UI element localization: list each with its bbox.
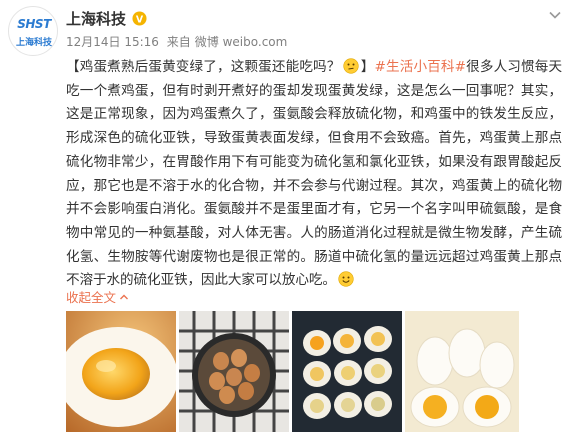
post-source-label: 来自 xyxy=(166,35,191,49)
post-photo-egg-yolk[interactable] xyxy=(66,311,176,432)
post-photo-boiling-stages[interactable] xyxy=(292,311,402,432)
hashtag-link[interactable]: #生活小百科# xyxy=(374,59,466,75)
boiling-stages-image xyxy=(292,311,402,432)
smile-emoji-icon xyxy=(338,271,354,287)
collapse-arrow-icon xyxy=(120,294,129,299)
post-text-segment: 很多人习惯每天吃一个煮鸡蛋，但有时剥开煮好的蛋却发现蛋黄发绿，这是怎么一回事呢？… xyxy=(66,59,562,289)
eggs-in-pot-image xyxy=(179,311,289,432)
post-meta: 12月14日 15:16 来自 微博 weibo.com xyxy=(66,33,291,50)
avatar-logo-subtext: 上海科技 xyxy=(15,38,52,48)
account-name-row: 上海科技 V xyxy=(66,8,147,28)
account-avatar[interactable]: SHST 上海科技 xyxy=(8,6,58,56)
post-body: 【鸡蛋煮熟后蛋黄变绿了，这颗蛋还能吃吗？ 】#生活小百科#很多人习惯每天吃一个煮鸡… xyxy=(66,56,562,293)
post-text-segment: 】 xyxy=(360,59,375,75)
post-photo-peeled-eggs[interactable] xyxy=(405,311,519,432)
collapse-text-link[interactable]: 收起全文 xyxy=(66,287,129,306)
collapse-label: 收起全文 xyxy=(66,290,117,305)
post-source[interactable]: 微博 weibo.com xyxy=(195,35,288,49)
avatar-logo-text: SHST xyxy=(17,17,51,31)
chevron-down-icon[interactable] xyxy=(548,8,562,22)
thinking-emoji-icon xyxy=(342,58,359,74)
svg-text:V: V xyxy=(136,14,144,25)
post-photo-eggs-in-pot[interactable] xyxy=(179,311,289,432)
egg-yolk-image xyxy=(66,311,176,432)
peeled-eggs-image xyxy=(405,311,519,432)
verified-badge-icon: V xyxy=(132,10,147,26)
post-timestamp[interactable]: 12月14日 15:16 xyxy=(66,35,159,49)
post-text-segment: 【鸡蛋煮熟后蛋黄变绿了，这颗蛋还能吃吗？ xyxy=(66,59,341,75)
account-name[interactable]: 上海科技 xyxy=(66,8,126,29)
